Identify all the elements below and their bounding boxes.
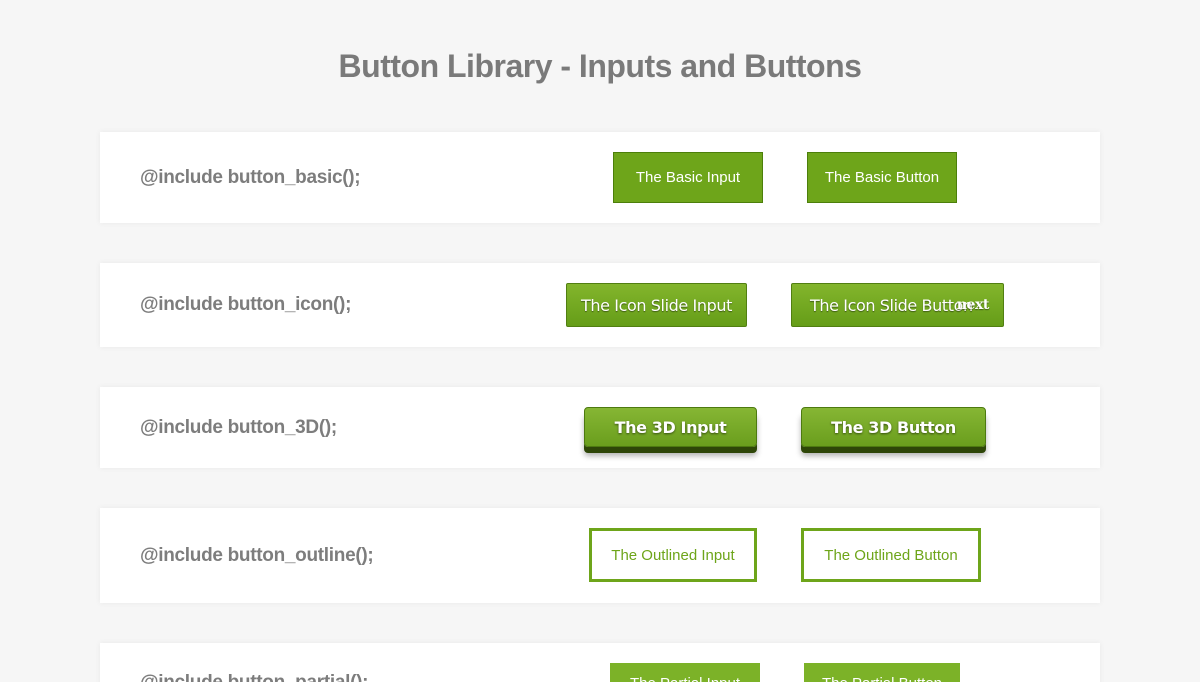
3d-button[interactable]: The 3D Button <box>801 407 986 447</box>
outlined-button[interactable]: The Outlined Button <box>801 528 981 582</box>
icon-slide-input[interactable]: The Icon Slide Input <box>566 283 747 327</box>
partial-button[interactable]: The Partial Button <box>804 663 960 682</box>
icon-slide-button[interactable]: The Icon Slide Button next <box>791 283 1004 327</box>
page: Button Library - Inputs and Buttons @inc… <box>0 0 1200 682</box>
next-icon: next <box>956 297 990 313</box>
basic-input[interactable]: The Basic Input <box>613 152 763 203</box>
3d-input[interactable]: The 3D Input <box>584 407 757 447</box>
section-partial: @include button_partial(); The Partial I… <box>100 643 1100 682</box>
partial-input[interactable]: The Partial Input <box>610 663 760 682</box>
section-3d: @include button_3D(); The 3D Input The 3… <box>100 387 1100 468</box>
basic-button[interactable]: The Basic Button <box>807 152 957 203</box>
page-title: Button Library - Inputs and Buttons <box>338 48 862 84</box>
section-basic: @include button_basic(); The Basic Input… <box>100 132 1100 223</box>
outlined-input[interactable]: The Outlined Input <box>589 528 757 582</box>
section-label: @include button_partial(); <box>140 672 368 682</box>
section-icon: @include button_icon(); The Icon Slide I… <box>100 263 1100 347</box>
section-outline: @include button_outline(); The Outlined … <box>100 508 1100 603</box>
section-label: @include button_basic(); <box>140 166 361 188</box>
section-label: @include button_3D(); <box>140 416 337 438</box>
icon-slide-button-label: The Icon Slide Button <box>810 295 973 315</box>
section-label: @include button_icon(); <box>140 294 352 315</box>
section-label: @include button_outline(); <box>140 544 374 566</box>
